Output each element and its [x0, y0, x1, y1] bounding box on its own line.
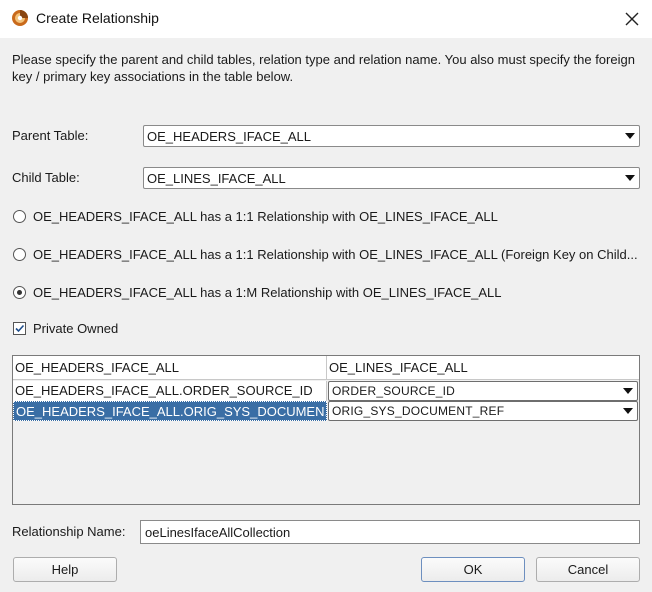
radio-one-to-one[interactable] [13, 210, 26, 223]
close-icon[interactable] [618, 6, 646, 32]
radio-one-to-one-fk-child[interactable] [13, 248, 26, 261]
dialog-description: Please specify the parent and child tabl… [12, 52, 635, 84]
child-key-select[interactable]: ORDER_SOURCE_ID [328, 381, 638, 401]
child-key-value: ORDER_SOURCE_ID [332, 384, 456, 398]
parent-table-select[interactable]: OE_HEADERS_IFACE_ALL [143, 125, 640, 147]
ok-button[interactable]: OK [421, 557, 525, 582]
private-owned-checkbox[interactable] [13, 322, 26, 335]
chevron-down-icon [625, 133, 635, 139]
chevron-down-icon [625, 175, 635, 181]
relationship-app-icon [11, 9, 29, 27]
radio-one-to-one-fk-child-label[interactable]: OE_HEADERS_IFACE_ALL has a 1:1 Relations… [33, 247, 638, 262]
window-title: Create Relationship [36, 10, 159, 26]
child-key-select[interactable]: ORIG_SYS_DOCUMENT_REF [328, 401, 638, 421]
cancel-button[interactable]: Cancel [536, 557, 640, 582]
child-table-value: OE_LINES_IFACE_ALL [147, 171, 286, 186]
chevron-down-icon [623, 408, 633, 414]
chevron-down-icon [623, 388, 633, 394]
parent-table-value: OE_HEADERS_IFACE_ALL [147, 129, 312, 144]
parent-table-label: Parent Table: [12, 128, 89, 143]
relationship-name-input[interactable]: oeLinesIfaceAllCollection [140, 520, 640, 544]
table-row-parent-cell[interactable]: OE_HEADERS_IFACE_ALL.ORDER_SOURCE_ID [13, 381, 327, 401]
radio-one-to-one-label[interactable]: OE_HEADERS_IFACE_ALL has a 1:1 Relations… [33, 209, 498, 224]
child-key-value: ORIG_SYS_DOCUMENT_REF [332, 404, 505, 418]
column-header-child[interactable]: OE_LINES_IFACE_ALL [327, 356, 639, 380]
private-owned-label[interactable]: Private Owned [33, 321, 118, 336]
table-row-parent-cell-selected[interactable]: OE_HEADERS_IFACE_ALL.ORIG_SYS_DOCUMEN... [13, 401, 327, 421]
checkmark-icon [15, 324, 25, 333]
help-button[interactable]: Help [13, 557, 117, 582]
child-table-select[interactable]: OE_LINES_IFACE_ALL [143, 167, 640, 189]
radio-one-to-many[interactable] [13, 286, 26, 299]
radio-one-to-many-label[interactable]: OE_HEADERS_IFACE_ALL has a 1:M Relations… [33, 285, 501, 300]
column-header-parent[interactable]: OE_HEADERS_IFACE_ALL [13, 356, 327, 380]
relationship-name-label: Relationship Name: [12, 524, 126, 539]
child-table-label: Child Table: [12, 170, 80, 185]
relationship-name-value: oeLinesIfaceAllCollection [145, 525, 291, 540]
